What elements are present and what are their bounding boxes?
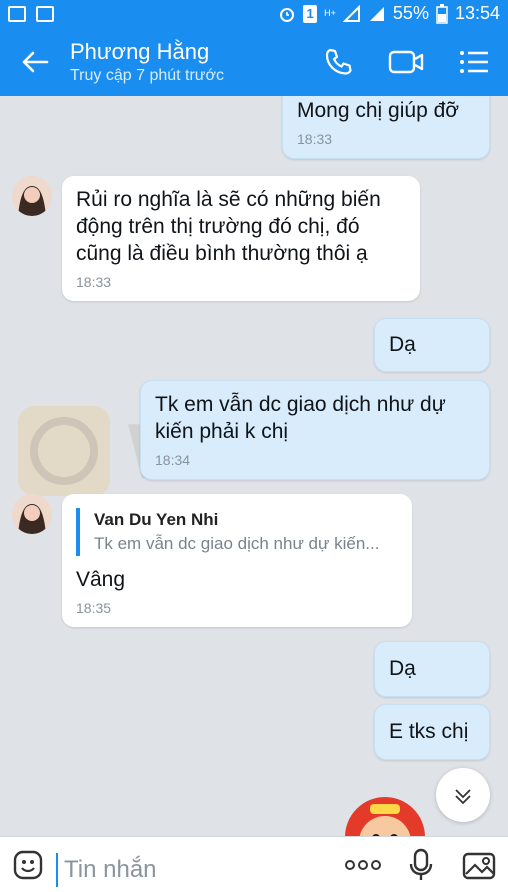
- chat-header: Phương Hằng Truy cập 7 phút trước: [0, 27, 508, 96]
- message-time: 18:33: [297, 131, 333, 147]
- message-text: Dạ: [389, 333, 416, 356]
- video-call-button[interactable]: [372, 27, 440, 96]
- message-bubble-incoming[interactable]: Van Du Yen Nhi Tk em vẫn dc giao dịch nh…: [62, 494, 412, 627]
- battery-percent: 55%: [392, 3, 429, 23]
- gallery-notification-icon: [8, 5, 26, 22]
- back-button[interactable]: [0, 27, 70, 96]
- microphone-icon: [409, 848, 433, 880]
- signal-icon-2: [369, 6, 384, 21]
- more-icon: [345, 859, 381, 870]
- status-bar: 1 H+ 55% 13:54: [0, 0, 508, 27]
- contact-name: Phương Hằng: [70, 38, 210, 64]
- message-bubble-outgoing[interactable]: Mong chị giúp đỡ 18:33: [282, 96, 490, 159]
- chevron-down-icon: [455, 789, 471, 805]
- menu-icon: [460, 50, 488, 73]
- contact-avatar[interactable]: [12, 494, 52, 534]
- scroll-to-bottom-button[interactable]: [436, 768, 490, 822]
- contact-info[interactable]: Phương Hằng Truy cập 7 phút trước: [70, 39, 304, 85]
- message-time: 18:34: [155, 452, 191, 468]
- quoted-message[interactable]: Van Du Yen Nhi Tk em vẫn dc giao dịch nh…: [76, 508, 398, 556]
- more-button[interactable]: [334, 837, 392, 892]
- message-bubble-incoming[interactable]: Rủi ro nghĩa là sẽ có những biến động tr…: [62, 176, 420, 301]
- last-seen-status: Truy cập 7 phút trước: [70, 66, 224, 84]
- message-input-bar: Tin nhắn: [0, 836, 508, 892]
- emoji-button[interactable]: [0, 837, 56, 892]
- mail-notification-icon: [36, 5, 54, 22]
- voice-call-button[interactable]: [304, 27, 372, 96]
- message-input[interactable]: Tin nhắn: [56, 852, 334, 887]
- quoted-sender: Van Du Yen Nhi: [94, 510, 219, 529]
- message-list[interactable]: WikiFX Mong chị giúp đỡ 18:33 Rủi ro ngh…: [0, 96, 508, 836]
- clock: 13:54: [454, 3, 500, 23]
- battery-icon: [436, 3, 448, 24]
- message-text: Tk em vẫn dc giao dịch như dự kiến phải …: [155, 393, 446, 443]
- image-icon: [462, 852, 496, 879]
- message-bubble-outgoing[interactable]: Tk em vẫn dc giao dịch như dự kiến phải …: [140, 380, 490, 480]
- message-time: 18:35: [76, 600, 112, 616]
- contact-avatar[interactable]: [12, 176, 52, 216]
- message-bubble-outgoing[interactable]: Dạ: [374, 641, 490, 697]
- menu-button[interactable]: [440, 27, 508, 96]
- message-text: Dạ: [389, 657, 416, 680]
- network-type: H+: [324, 8, 336, 18]
- message-text: Rủi ro nghĩa là sẽ có những biến động tr…: [76, 188, 381, 265]
- back-arrow-icon: [22, 51, 49, 72]
- message-text: Vâng: [76, 568, 126, 591]
- message-text: E tks chị: [389, 720, 469, 743]
- send-image-button[interactable]: [450, 837, 508, 892]
- notification-badge: 1: [303, 4, 318, 23]
- message-bubble-outgoing[interactable]: Dạ: [374, 318, 490, 372]
- voice-record-button[interactable]: [392, 837, 450, 892]
- message-text: Mong chị giúp đỡ: [297, 99, 460, 122]
- quoted-text: Tk em vẫn dc giao dịch như dự kiến...: [94, 534, 380, 553]
- video-call-icon: [388, 50, 424, 73]
- emoji-icon: [13, 850, 43, 879]
- message-bubble-outgoing[interactable]: E tks chị: [374, 704, 490, 760]
- signal-icon: [342, 4, 360, 22]
- alarm-icon: [280, 7, 295, 22]
- message-time: 18:33: [76, 274, 112, 290]
- phone-icon: [325, 48, 352, 75]
